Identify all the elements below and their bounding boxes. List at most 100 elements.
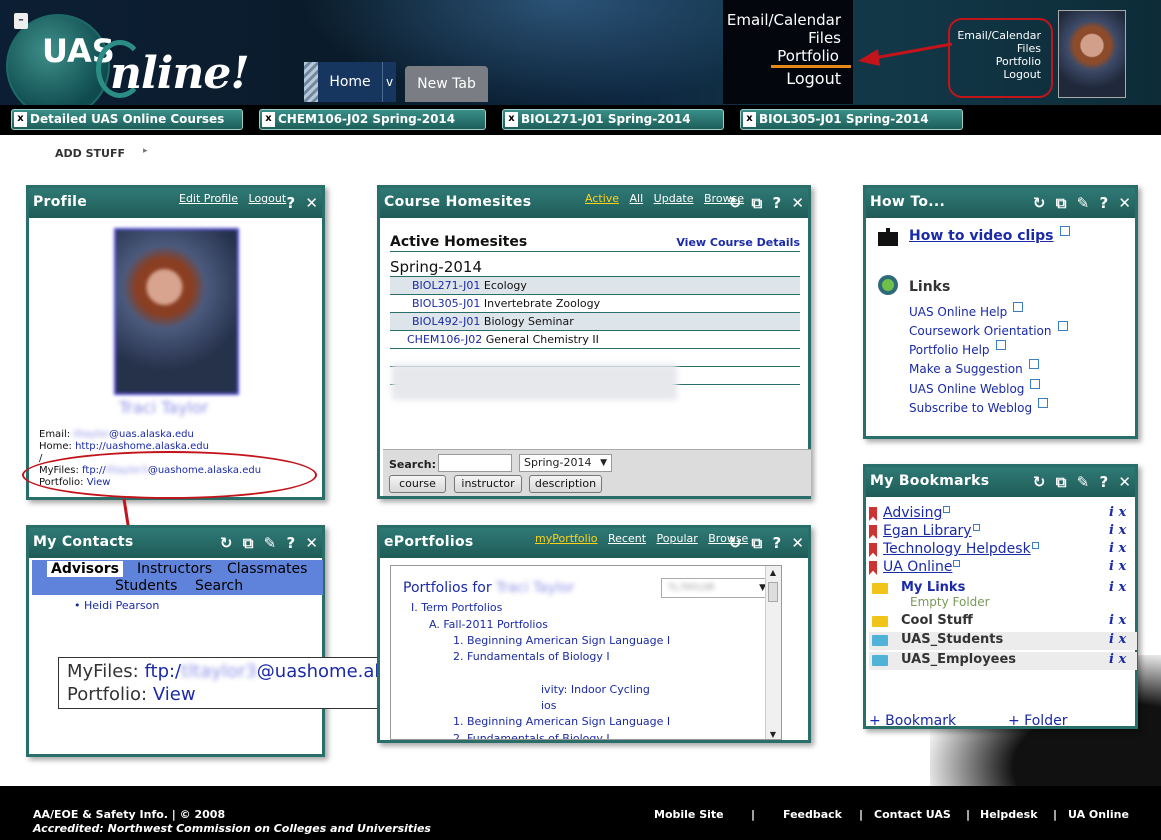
bookmark-folder[interactable]: UAS_Students i x	[869, 632, 1137, 650]
delete-icon[interactable]: x	[1118, 541, 1126, 556]
homesites-active-link[interactable]: Active	[585, 192, 619, 205]
list-item[interactable]: 1. Beginning American Sign Language I	[453, 634, 670, 647]
table-row[interactable]: BIOL271-J01 Ecology	[390, 277, 800, 295]
delete-icon[interactable]: x	[1118, 632, 1126, 647]
scrollbar-thumb[interactable]	[768, 582, 778, 602]
table-row[interactable]: BIOL492-J01 Biology Seminar	[390, 313, 800, 331]
table-row[interactable]: CHEM106-J02 General Chemistry II	[390, 331, 800, 349]
refresh-icon[interactable]: ↻	[1033, 473, 1046, 491]
info-icon[interactable]: i x	[1109, 505, 1126, 520]
instructor-search-button[interactable]: instructor	[454, 475, 522, 493]
coursework-orientation-link[interactable]: Coursework Orientation	[909, 324, 1052, 338]
user-menu-small-email[interactable]: Email/Calendar	[950, 29, 1051, 42]
add-bookmark-button[interactable]: + Bookmark	[869, 713, 956, 729]
course-tab[interactable]: x BIOL271-J01 Spring-2014	[502, 109, 724, 130]
course-tab[interactable]: x Detailed UAS Online Courses	[11, 109, 243, 130]
homesites-update-link[interactable]: Update	[654, 192, 694, 205]
user-menu-email[interactable]: Email/Calendar	[723, 11, 853, 29]
weblog-link[interactable]: UAS Online Weblog	[909, 382, 1024, 396]
window-icon[interactable]: ⧉	[752, 194, 763, 212]
homesites-all-link[interactable]: All	[630, 192, 644, 205]
user-menu-small-portfolio[interactable]: Portfolio	[950, 55, 1051, 68]
help-icon[interactable]: ?	[1099, 473, 1108, 491]
footer-mobile-link[interactable]: Mobile Site	[654, 808, 724, 821]
info-icon[interactable]: i x	[1109, 613, 1126, 628]
list-item[interactable]: 2. Fundamentals of Biology I	[453, 732, 610, 739]
howto-panel-header[interactable]: How To... ↻ ⧉ ✎ ? ✕	[866, 188, 1135, 218]
scroll-down-icon[interactable]: ▼	[768, 730, 778, 739]
menu-toggle-button[interactable]: –	[14, 13, 28, 29]
course-code-link[interactable]: BIOL271-J01	[412, 279, 480, 292]
tab-instructors[interactable]: Instructors	[137, 561, 212, 577]
help-icon[interactable]: ?	[1099, 194, 1108, 212]
tab-drag-handle[interactable]	[304, 62, 318, 102]
bookmark-folder[interactable]: Cool Stuff i x	[869, 613, 1137, 628]
list-item[interactable]: A. Fall-2011 Portfolios	[429, 618, 548, 631]
recent-link[interactable]: Recent	[608, 532, 646, 545]
view-course-details-link[interactable]: View Course Details	[676, 236, 800, 249]
email-link[interactable]: @uas.alaska.edu	[109, 429, 194, 440]
tab-classmates[interactable]: Classmates	[227, 561, 307, 577]
info-icon[interactable]: i x	[1109, 580, 1126, 595]
callout-portfolio-link[interactable]: View	[153, 684, 196, 705]
user-menu-small-files[interactable]: Files	[950, 42, 1051, 55]
chevron-right-icon[interactable]: ▸	[143, 146, 148, 156]
course-tab[interactable]: x CHEM106-J02 Spring-2014	[259, 109, 486, 130]
user-menu-logout[interactable]: Logout	[723, 70, 853, 88]
help-icon[interactable]: ?	[772, 194, 781, 212]
course-code-link[interactable]: BIOL492-J01	[412, 315, 480, 328]
info-icon[interactable]: i x	[1109, 559, 1126, 574]
close-icon[interactable]: ✕	[305, 534, 318, 552]
list-item[interactable]: 1. Beginning American Sign Language I	[453, 715, 670, 728]
edit-profile-link[interactable]: Edit Profile	[179, 192, 238, 205]
bookmark-link[interactable]: Advising	[883, 505, 942, 521]
tab-home[interactable]: Home	[318, 62, 382, 102]
eportfolios-panel-header[interactable]: ePortfolios myPortfolio Recent Popular B…	[380, 528, 808, 558]
info-icon[interactable]: i x	[1109, 541, 1126, 556]
eportfolios-list[interactable]: Portfolios for Traci Taylor TL-TAYLOR ▼ …	[390, 565, 782, 740]
delete-icon[interactable]: x	[1118, 580, 1126, 595]
close-icon[interactable]: x	[14, 112, 27, 127]
window-icon[interactable]: ⧉	[752, 534, 763, 552]
info-icon[interactable]: i x	[1109, 652, 1126, 667]
bookmark-folder[interactable]: My Links i x	[869, 580, 1137, 595]
window-icon[interactable]: ⧉	[1056, 194, 1067, 212]
info-icon[interactable]: i x	[1109, 632, 1126, 647]
delete-icon[interactable]: x	[1118, 505, 1126, 520]
make-suggestion-link[interactable]: Make a Suggestion	[909, 362, 1023, 376]
bookmarks-panel-header[interactable]: My Bookmarks ↻ ⧉ ✎ ? ✕	[866, 467, 1135, 497]
course-code-link[interactable]: BIOL305-J01	[412, 297, 480, 310]
footer-contact-link[interactable]: Contact UAS	[874, 808, 951, 821]
close-icon[interactable]: ✕	[305, 194, 318, 212]
scrollbar[interactable]: ▲ ▼	[765, 566, 781, 739]
delete-icon[interactable]: x	[1118, 652, 1126, 667]
tab-students[interactable]: Students	[115, 578, 177, 594]
close-icon[interactable]: ✕	[791, 534, 804, 552]
list-item[interactable]: 2. Fundamentals of Biology I	[453, 650, 610, 663]
homesites-panel-header[interactable]: Course Homesites Active All Update Brows…	[380, 188, 808, 218]
add-folder-button[interactable]: + Folder	[1008, 713, 1067, 729]
bookmark-link[interactable]: Technology Helpdesk	[883, 541, 1031, 557]
list-item[interactable]: ivity: Indoor Cycling	[541, 683, 650, 696]
tab-home-menu-button[interactable]: v	[382, 62, 396, 102]
user-menu-small-logout[interactable]: Logout	[950, 68, 1051, 81]
close-icon[interactable]: x	[743, 112, 756, 127]
tab-new-tab[interactable]: New Tab	[405, 66, 488, 102]
callout-myfiles-prefix-link[interactable]: ftp:/	[144, 661, 181, 682]
refresh-icon[interactable]: ↻	[729, 534, 742, 552]
search-input[interactable]	[438, 454, 512, 472]
edit-icon[interactable]: ✎	[1077, 194, 1090, 212]
delete-icon[interactable]: x	[1118, 523, 1126, 538]
how-to-video-link[interactable]: How to video clips	[909, 228, 1054, 244]
delete-icon[interactable]: x	[1118, 613, 1126, 628]
term-select[interactable]: Spring-2014 ▼	[519, 454, 612, 472]
course-code-link[interactable]: CHEM106-J02	[407, 333, 482, 346]
refresh-icon[interactable]: ↻	[1033, 194, 1046, 212]
list-item[interactable]: I. Term Portfolios	[411, 601, 502, 614]
window-icon[interactable]: ⧉	[1056, 473, 1067, 491]
tab-advisors[interactable]: Advisors	[47, 561, 123, 577]
user-menu-files[interactable]: Files	[723, 29, 853, 47]
close-icon[interactable]: ✕	[1118, 194, 1131, 212]
user-menu-portfolio[interactable]: Portfolio	[771, 47, 851, 68]
help-icon[interactable]: ?	[286, 194, 295, 212]
